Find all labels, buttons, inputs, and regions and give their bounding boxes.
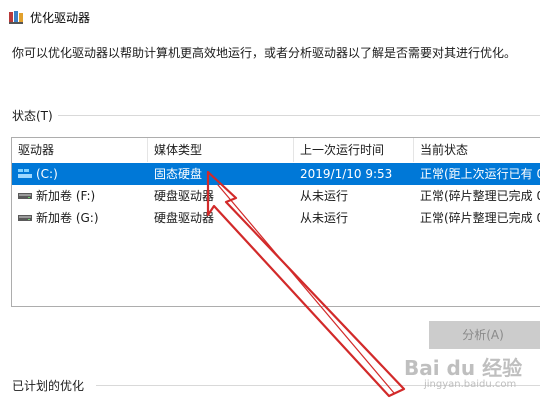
list-header: 驱动器 媒体类型 上一次运行时间 当前状态	[12, 138, 540, 162]
drive-row-f[interactable]: 新加卷 (F:) 硬盘驱动器 从未运行 正常(碎片整理已完成 0	[12, 185, 540, 207]
column-header-media-type[interactable]: 媒体类型	[148, 138, 294, 162]
watermark-url: jingyan.baidu.com	[424, 379, 517, 390]
window-description: 你可以优化驱动器以帮助计算机更高效地运行，或者分析驱动器以了解是否需要对其进行优…	[12, 46, 517, 60]
windows-drive-icon	[18, 169, 32, 178]
optimize-drives-window: 优化驱动器 你可以优化驱动器以帮助计算机更高效地运行，或者分析驱动器以了解是否需…	[0, 0, 540, 404]
status-group-label: 状态(T)	[12, 109, 53, 123]
media-type-cell: 硬盘驱动器	[154, 189, 215, 203]
window-title: 优化驱动器	[30, 11, 91, 25]
defrag-app-icon	[9, 11, 23, 24]
drive-row-g[interactable]: 新加卷 (G:) 硬盘驱动器 从未运行 正常(碎片整理已完成 0	[12, 207, 540, 229]
column-header-drive[interactable]: 驱动器	[12, 138, 148, 162]
media-type-cell: 硬盘驱动器	[154, 211, 215, 225]
drive-name: 新加卷 (F:)	[36, 189, 96, 203]
drive-name: 新加卷 (G:)	[36, 211, 99, 225]
watermark-brand: Bai du 经验	[404, 356, 523, 380]
column-header-last-run[interactable]: 上一次运行时间	[294, 138, 414, 162]
drive-row-c[interactable]: (C:) 固态硬盘 2019/1/10 9:53 正常(距上次运行已有 0	[12, 163, 540, 185]
analyze-button[interactable]: 分析(A)	[429, 321, 540, 349]
title-bar: 优化驱动器	[0, 0, 540, 34]
status-cell: 正常(碎片整理已完成 0	[420, 211, 540, 225]
media-type-cell: 固态硬盘	[154, 167, 203, 181]
drive-name: (C:)	[36, 167, 58, 181]
scheduled-optimization-label: 已计划的优化	[12, 379, 85, 393]
hard-drive-icon	[18, 193, 32, 199]
drive-name-cell: (C:)	[12, 163, 148, 185]
last-run-cell: 从未运行	[300, 211, 349, 225]
status-group-divider	[58, 115, 540, 116]
status-cell: 正常(距上次运行已有 0	[420, 167, 540, 181]
column-header-current-status[interactable]: 当前状态	[414, 138, 540, 162]
last-run-cell: 2019/1/10 9:53	[300, 167, 393, 181]
drive-name-cell: 新加卷 (F:)	[12, 185, 148, 207]
status-cell: 正常(碎片整理已完成 0	[420, 189, 540, 203]
last-run-cell: 从未运行	[300, 189, 349, 203]
hard-drive-icon	[18, 215, 32, 221]
drive-name-cell: 新加卷 (G:)	[12, 207, 148, 229]
baidu-watermark: Bai du 经验 jingyan.baidu.com	[404, 352, 534, 396]
drive-list[interactable]: 驱动器 媒体类型 上一次运行时间 当前状态 (C:) 固态硬盘 2019/1/1…	[11, 137, 540, 307]
